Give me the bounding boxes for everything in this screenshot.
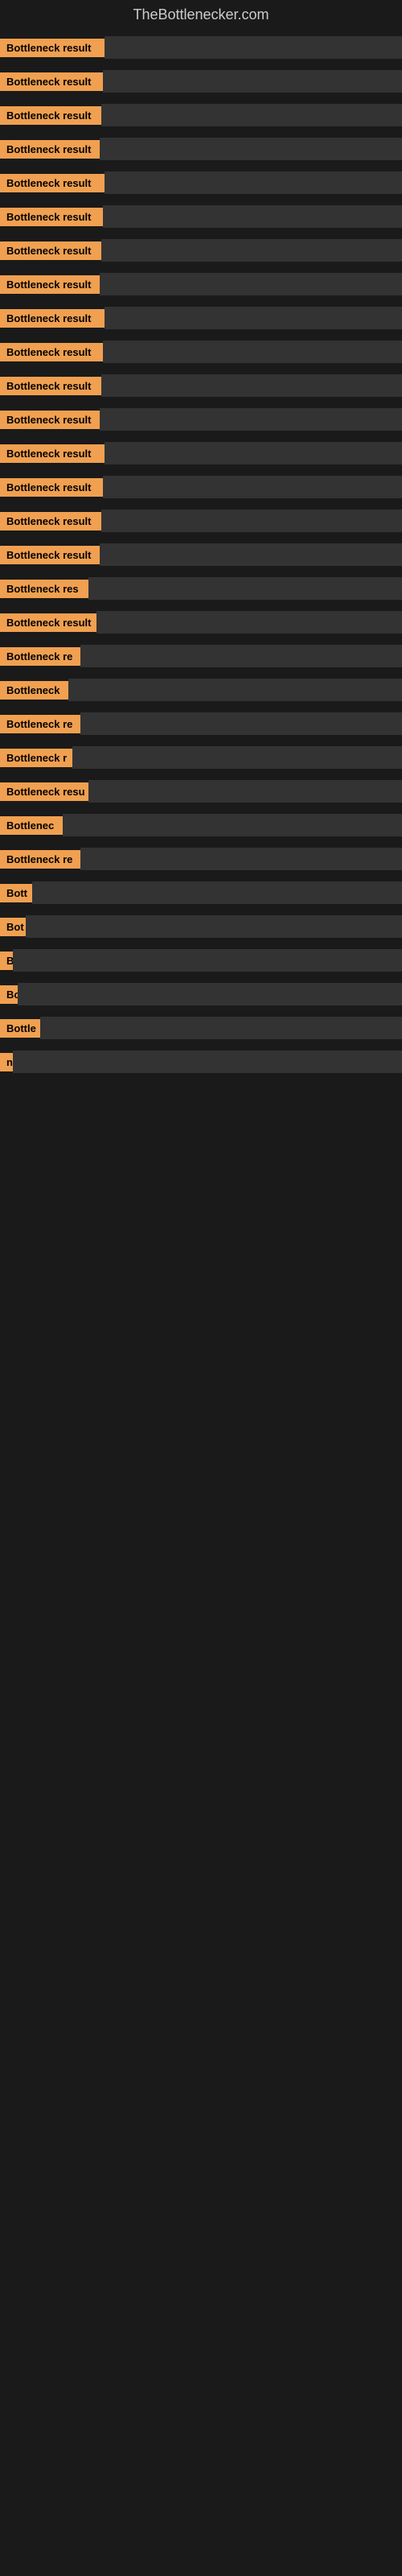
bottleneck-bar	[100, 138, 402, 160]
bottleneck-bar	[63, 814, 402, 836]
bottleneck-item: Bottleneck result	[0, 171, 402, 194]
bottleneck-label: Bottleneck resu	[0, 782, 88, 801]
bottleneck-bar	[100, 543, 402, 566]
bottleneck-bar	[40, 1017, 402, 1039]
bottleneck-label: Bottleneck result	[0, 343, 103, 361]
bottleneck-label: Bott	[0, 884, 32, 902]
bottleneck-bar	[80, 848, 402, 870]
bottleneck-bar	[68, 679, 402, 701]
bottleneck-bar	[101, 104, 402, 126]
bottleneck-item: Bottleneck resu	[0, 780, 402, 803]
bottleneck-label: Bottleneck result	[0, 242, 101, 260]
bottleneck-item: Bot	[0, 915, 402, 938]
bottleneck-bar	[80, 645, 402, 667]
bottleneck-bar	[80, 712, 402, 735]
bottleneck-bar	[88, 577, 402, 600]
bottleneck-bar	[72, 746, 402, 769]
bottleneck-item: Bottleneck r	[0, 746, 402, 769]
bottleneck-bar	[100, 273, 402, 295]
bottleneck-label: Bottlenec	[0, 816, 63, 835]
bottleneck-label: Bottleneck result	[0, 39, 105, 57]
bottleneck-bar	[101, 239, 402, 262]
bottleneck-bar	[101, 374, 402, 397]
bottleneck-item: Bottle	[0, 1017, 402, 1039]
bottleneck-bar	[103, 205, 402, 228]
bottleneck-item: Bottleneck result	[0, 307, 402, 329]
bottleneck-item: B	[0, 949, 402, 972]
bottleneck-bar	[103, 341, 402, 363]
bottleneck-label: Bottleneck result	[0, 72, 103, 91]
bottleneck-bar	[26, 915, 402, 938]
site-title: TheBottlenecker.com	[0, 0, 402, 30]
bottleneck-label: Bottleneck r	[0, 749, 72, 767]
bottleneck-item: Bottleneck result	[0, 104, 402, 126]
bottleneck-label: Bottleneck result	[0, 444, 105, 463]
bottleneck-label: Bottleneck result	[0, 174, 105, 192]
bottleneck-item: Bottleneck result	[0, 374, 402, 397]
bottleneck-label: Bottleneck result	[0, 512, 101, 530]
bottleneck-item: Bottlenec	[0, 814, 402, 836]
bottleneck-bar	[101, 510, 402, 532]
bottleneck-bar	[13, 949, 402, 972]
bottleneck-label: Bottleneck result	[0, 478, 103, 497]
bottleneck-item: Bottleneck res	[0, 577, 402, 600]
bottleneck-item: Bottleneck result	[0, 239, 402, 262]
bottleneck-label: Bottleneck result	[0, 140, 100, 159]
bottleneck-label: Bottleneck result	[0, 275, 100, 294]
bottleneck-item: Bottleneck result	[0, 442, 402, 464]
bottleneck-label: Bottleneck result	[0, 613, 96, 632]
bottleneck-bar	[13, 1051, 402, 1073]
bottleneck-bar	[105, 171, 402, 194]
bottleneck-label: Bottle	[0, 1019, 40, 1038]
bottleneck-bar	[88, 780, 402, 803]
bottleneck-bar	[105, 307, 402, 329]
bottleneck-bar	[32, 881, 402, 904]
bottleneck-item: Bottleneck result	[0, 138, 402, 160]
bottleneck-label: Bot	[0, 918, 26, 936]
bottleneck-bar	[105, 36, 402, 59]
bottleneck-item: Bottleneck	[0, 679, 402, 701]
bottleneck-label: Bottleneck result	[0, 411, 100, 429]
bottleneck-item: Bottleneck re	[0, 645, 402, 667]
bottleneck-item: Bottleneck result	[0, 205, 402, 228]
bottleneck-label: Bottleneck re	[0, 647, 80, 666]
bottleneck-label: Bottleneck result	[0, 377, 101, 395]
bottleneck-label: Bottleneck res	[0, 580, 88, 598]
bottleneck-label: Bo	[0, 985, 18, 1004]
bottleneck-label: Bottleneck result	[0, 106, 101, 125]
bottleneck-item: Bottleneck result	[0, 408, 402, 431]
bottleneck-item: Bottleneck result	[0, 543, 402, 566]
bottleneck-item: Bottleneck result	[0, 341, 402, 363]
bottleneck-label: Bottleneck	[0, 681, 68, 700]
bottleneck-item: Bottleneck re	[0, 712, 402, 735]
bottleneck-label: Bottleneck re	[0, 715, 80, 733]
bottleneck-item: Bo	[0, 983, 402, 1005]
bottleneck-item: Bott	[0, 881, 402, 904]
bottleneck-bar	[96, 611, 402, 634]
bottleneck-bar	[105, 442, 402, 464]
bottleneck-item: Bottleneck result	[0, 476, 402, 498]
bottleneck-bar	[103, 476, 402, 498]
bottleneck-item: Bottleneck result	[0, 273, 402, 295]
bottleneck-bar	[100, 408, 402, 431]
bottleneck-label: B	[0, 952, 13, 970]
bottleneck-label: Bottleneck re	[0, 850, 80, 869]
bottleneck-item: Bottleneck result	[0, 70, 402, 93]
bottleneck-label: Bottleneck result	[0, 546, 100, 564]
bottleneck-item: Bottleneck result	[0, 36, 402, 59]
bottleneck-container: Bottleneck result Bottleneck result Bottle…	[0, 30, 402, 1094]
bottleneck-item: Bottleneck result	[0, 611, 402, 634]
bottleneck-item: n	[0, 1051, 402, 1073]
bottleneck-item: Bottleneck re	[0, 848, 402, 870]
bottleneck-label: Bottleneck result	[0, 208, 103, 226]
bottleneck-item: Bottleneck result	[0, 510, 402, 532]
bottleneck-label: Bottleneck result	[0, 309, 105, 328]
bottleneck-label: n	[0, 1053, 13, 1071]
bottleneck-bar	[103, 70, 402, 93]
bottleneck-bar	[18, 983, 402, 1005]
